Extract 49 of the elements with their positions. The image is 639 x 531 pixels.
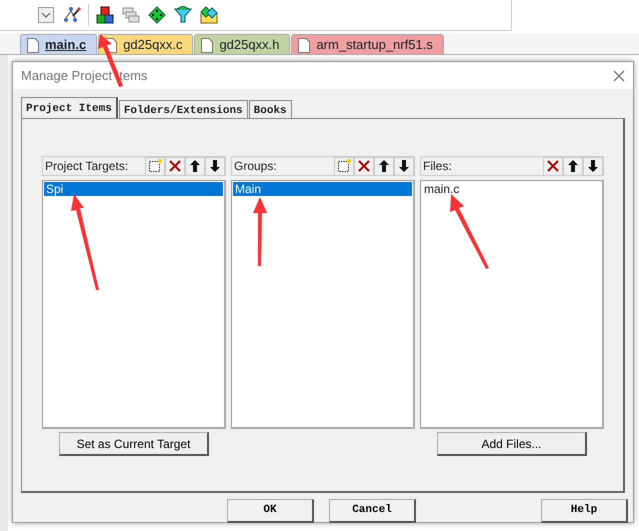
new-icon xyxy=(148,159,162,173)
diamonds-icon[interactable] xyxy=(199,5,219,25)
new-button[interactable] xyxy=(145,156,165,176)
down-arrow-button[interactable] xyxy=(394,156,414,176)
ok-button[interactable]: OK xyxy=(227,499,314,523)
new-icon xyxy=(337,159,351,173)
list-item[interactable]: main.c xyxy=(422,182,601,196)
dropdown-icon[interactable] xyxy=(36,5,56,25)
new-button[interactable] xyxy=(334,156,354,176)
up-arrow-icon xyxy=(378,159,390,173)
help-button[interactable]: Help xyxy=(541,499,628,523)
list-item[interactable]: Spi xyxy=(44,182,223,196)
list-item[interactable]: Main xyxy=(233,182,412,196)
up-arrow-button[interactable] xyxy=(185,156,205,176)
up-arrow-icon xyxy=(567,159,579,173)
diamond-icon[interactable] xyxy=(147,5,167,25)
editor-tab[interactable]: gd25qxx.h xyxy=(194,34,290,54)
delete-icon xyxy=(546,159,560,173)
down-arrow-icon xyxy=(587,159,599,173)
up-arrow-icon xyxy=(189,159,201,173)
delete-button[interactable] xyxy=(543,156,563,176)
down-arrow-icon xyxy=(209,159,221,173)
down-arrow-icon xyxy=(398,159,410,173)
action-button[interactable]: Add Files... xyxy=(437,432,587,456)
delete-button[interactable] xyxy=(354,156,374,176)
tab[interactable]: Project Items xyxy=(21,97,118,118)
up-arrow-button[interactable] xyxy=(563,156,583,176)
delete-icon xyxy=(357,159,371,173)
blocks-icon[interactable] xyxy=(95,5,115,25)
tab[interactable]: Books xyxy=(248,100,292,118)
editor-tab[interactable]: gd25qxx.c xyxy=(98,34,194,54)
arrow-annotation xyxy=(253,197,267,266)
list-label: Groups: xyxy=(234,158,277,175)
funnel-icon[interactable] xyxy=(173,5,193,25)
list-label: Project Targets: xyxy=(45,158,128,175)
down-arrow-button[interactable] xyxy=(583,156,603,176)
delete-button[interactable] xyxy=(165,156,185,176)
tab[interactable]: Folders/Extensions xyxy=(118,100,248,118)
list-label: Files: xyxy=(423,158,452,175)
cancel-button[interactable]: Cancel xyxy=(329,499,416,523)
up-arrow-button[interactable] xyxy=(374,156,394,176)
editor-tab[interactable]: arm_startup_nrf51.s xyxy=(291,34,444,54)
action-button[interactable]: Set as Current Target xyxy=(59,432,209,456)
wand-icon[interactable] xyxy=(62,5,82,25)
close-icon[interactable] xyxy=(613,70,625,82)
editor-tab[interactable]: main.c xyxy=(20,34,98,54)
delete-icon xyxy=(168,159,182,173)
windows-icon[interactable] xyxy=(121,5,141,25)
down-arrow-button[interactable] xyxy=(205,156,225,176)
